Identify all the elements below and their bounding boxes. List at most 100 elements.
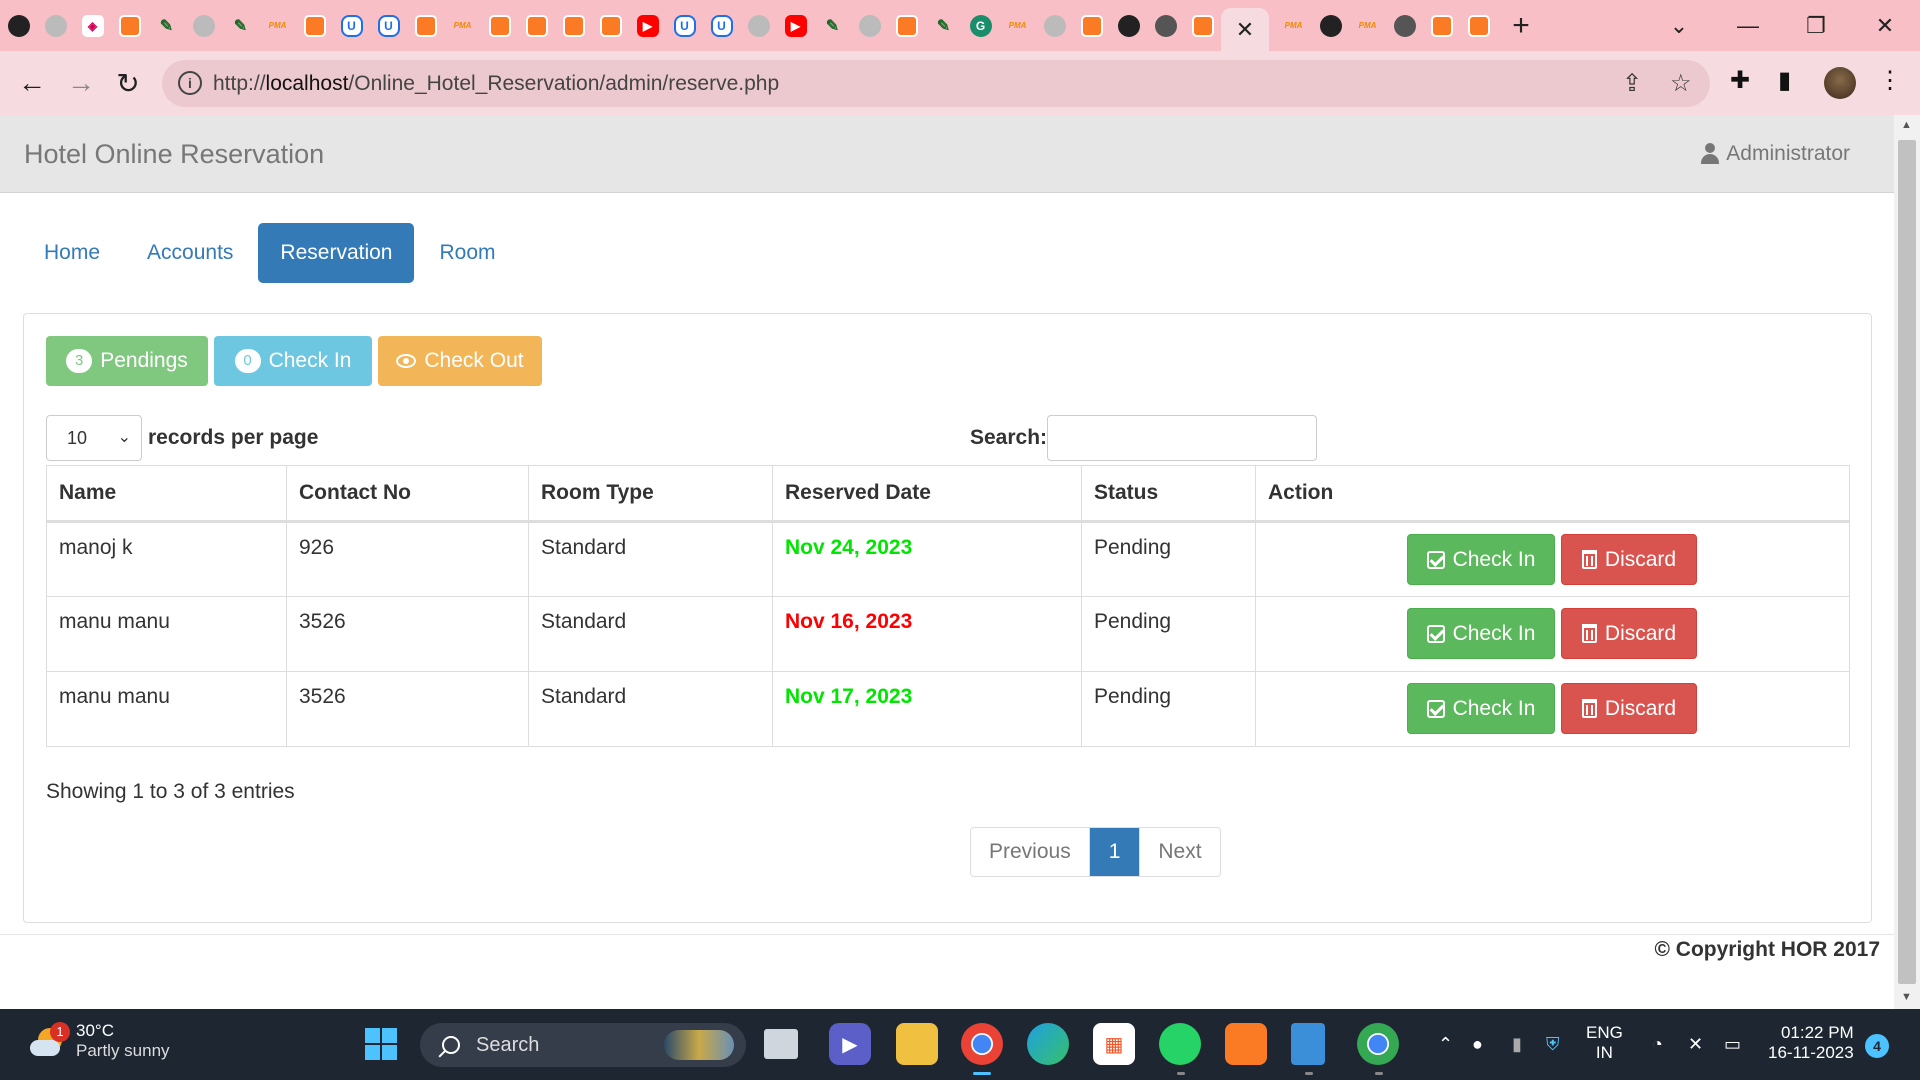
header-contact[interactable]: Contact No — [286, 465, 529, 523]
brand-title[interactable]: Hotel Online Reservation — [24, 115, 324, 193]
browser-tab[interactable]: G — [962, 0, 999, 51]
browser-tab[interactable] — [518, 0, 555, 51]
header-action[interactable]: Action — [1255, 465, 1850, 523]
page-1-button[interactable]: 1 — [1089, 828, 1141, 876]
wifi-icon[interactable]: ◔ — [1652, 1009, 1663, 1080]
back-icon[interactable]: ← — [14, 65, 50, 101]
close-window-button[interactable]: ✕ — [1850, 0, 1920, 51]
tray-app-icon[interactable]: ● — [1472, 1009, 1483, 1080]
search-input[interactable] — [1047, 415, 1317, 461]
tab-reservation[interactable]: Reservation — [258, 223, 415, 283]
page-scrollbar[interactable]: ▲ ▼ — [1894, 115, 1920, 1009]
tray-alert-icon[interactable]: ▮ — [1512, 1009, 1522, 1080]
discard-button[interactable]: Discard — [1561, 683, 1697, 734]
next-page-button[interactable]: Next — [1140, 828, 1220, 876]
close-tab-icon[interactable]: ✕ — [1236, 17, 1254, 43]
browser-tab[interactable] — [296, 0, 333, 51]
records-per-page-select[interactable]: 10 ⌄ — [46, 415, 142, 461]
browser-tab[interactable] — [481, 0, 518, 51]
browser-tab[interactable]: ✎ — [222, 0, 259, 51]
restore-button[interactable]: ❐ — [1781, 0, 1851, 51]
browser-tab[interactable] — [185, 0, 222, 51]
browser-tab[interactable] — [1423, 0, 1460, 51]
check-in-button[interactable]: Check In — [1407, 608, 1555, 659]
discard-button[interactable]: Discard — [1561, 608, 1697, 659]
notification-badge[interactable]: 4 — [1865, 1034, 1889, 1058]
tab-room[interactable]: Room — [417, 223, 517, 283]
header-reserved-date[interactable]: Reserved Date — [772, 465, 1082, 523]
browser-tab[interactable]: PMA — [444, 0, 481, 51]
tab-home[interactable]: Home — [22, 223, 122, 283]
security-shield-icon[interactable]: ⛨ — [1546, 1009, 1560, 1080]
windows-start-icon[interactable] — [360, 1023, 402, 1065]
chrome-profile-icon[interactable] — [1357, 1023, 1399, 1065]
browser-tab[interactable]: U — [666, 0, 703, 51]
language-indicator[interactable]: ENG IN — [1586, 1023, 1623, 1063]
browser-tab[interactable] — [1073, 0, 1110, 51]
header-status[interactable]: Status — [1081, 465, 1256, 523]
tab-accounts[interactable]: Accounts — [125, 223, 255, 283]
whatsapp-icon[interactable] — [1159, 1023, 1201, 1065]
previous-page-button[interactable]: Previous — [971, 828, 1090, 876]
header-room-type[interactable]: Room Type — [528, 465, 773, 523]
browser-tab[interactable] — [1312, 0, 1349, 51]
browser-tab[interactable] — [37, 0, 74, 51]
clock[interactable]: 01:22 PM 16-11-2023 — [1768, 1023, 1854, 1063]
edge-icon[interactable] — [1027, 1023, 1069, 1065]
browser-tab[interactable] — [888, 0, 925, 51]
taskbar-search[interactable]: Search — [420, 1023, 746, 1067]
teams-chat-icon[interactable]: ▶ — [829, 1023, 871, 1065]
chrome-taskbar-icon[interactable] — [961, 1023, 1003, 1065]
browser-tab[interactable]: U — [333, 0, 370, 51]
side-panel-icon[interactable]: ▮ — [1778, 66, 1791, 95]
browser-tab[interactable]: PMA — [1275, 0, 1312, 51]
ms-store-icon[interactable]: ▦ — [1093, 1023, 1135, 1065]
browser-tab[interactable] — [1147, 0, 1184, 51]
profile-avatar[interactable] — [1824, 67, 1856, 99]
checkin-filter-button[interactable]: 0 Check In — [214, 336, 372, 386]
new-tab-button[interactable]: + — [1497, 0, 1545, 51]
extensions-icon[interactable]: ✚ — [1730, 66, 1750, 95]
site-info-icon[interactable]: i — [178, 71, 202, 95]
active-tab[interactable]: ✕ — [1221, 8, 1269, 51]
browser-tab[interactable] — [592, 0, 629, 51]
header-name[interactable]: Name — [46, 465, 287, 523]
browser-tab[interactable]: PMA — [1349, 0, 1386, 51]
check-in-button[interactable]: Check In — [1407, 534, 1555, 585]
reload-icon[interactable]: ↻ — [110, 65, 146, 101]
browser-tab[interactable] — [1386, 0, 1423, 51]
browser-tab[interactable]: ✎ — [925, 0, 962, 51]
browser-tab[interactable] — [1184, 0, 1221, 51]
browser-tab[interactable]: ◈ — [74, 0, 111, 51]
battery-icon[interactable]: ▭ — [1724, 1009, 1741, 1080]
browser-tab[interactable]: ✎ — [148, 0, 185, 51]
menu-dots-icon[interactable]: ⋮ — [1878, 66, 1902, 95]
bookmark-star-icon[interactable]: ☆ — [1670, 69, 1692, 98]
browser-tab[interactable]: ▶ — [629, 0, 666, 51]
share-icon[interactable]: ⇪ — [1622, 69, 1642, 98]
browser-tab[interactable]: ✎ — [814, 0, 851, 51]
url-text[interactable]: http://localhost/Online_Hotel_Reservatio… — [213, 60, 779, 107]
browser-tab[interactable] — [555, 0, 592, 51]
browser-tab[interactable]: ▶ — [777, 0, 814, 51]
notepad-icon[interactable] — [1291, 1023, 1325, 1065]
forward-icon[interactable]: → — [63, 65, 99, 101]
admin-menu[interactable]: Administrator — [1700, 115, 1850, 193]
browser-tab[interactable] — [1460, 0, 1497, 51]
scroll-up-icon[interactable]: ▲ — [1901, 119, 1912, 131]
browser-tab[interactable] — [1110, 0, 1147, 51]
browser-tab[interactable]: U — [370, 0, 407, 51]
xampp-taskbar-icon[interactable] — [1225, 1023, 1267, 1065]
task-view-icon[interactable] — [764, 1029, 798, 1059]
address-bar[interactable]: i http://localhost/Online_Hotel_Reservat… — [162, 60, 1710, 107]
browser-tab[interactable]: PMA — [999, 0, 1036, 51]
weather-widget[interactable]: 1 30°C Partly sunny — [28, 1021, 170, 1061]
browser-tab[interactable] — [0, 0, 37, 51]
check-in-button[interactable]: Check In — [1407, 683, 1555, 734]
browser-tab[interactable]: PMA — [259, 0, 296, 51]
file-explorer-icon[interactable] — [896, 1023, 938, 1065]
pendings-button[interactable]: 3 Pendings — [46, 336, 208, 386]
scroll-down-icon[interactable]: ▼ — [1901, 991, 1912, 1003]
volume-mute-icon[interactable]: ✕ — [1688, 1009, 1703, 1080]
scrollbar-thumb[interactable] — [1898, 140, 1916, 984]
